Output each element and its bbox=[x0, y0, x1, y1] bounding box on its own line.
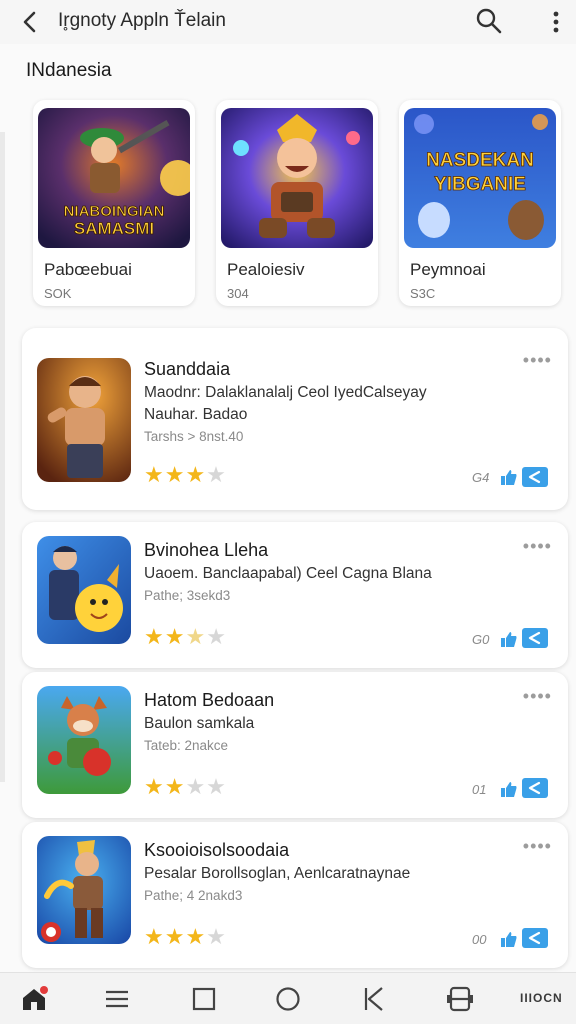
app-list-item[interactable]: Hatom Bedoaan Baulon samkala Tateb: 2nak… bbox=[22, 672, 568, 818]
app-subtitle: Baulon samkala bbox=[144, 715, 255, 732]
app-bar: Ir̥gnoty Appln Ťelain bbox=[0, 0, 576, 44]
like-count: G0 bbox=[472, 632, 490, 647]
back-nav-icon[interactable] bbox=[360, 985, 388, 1013]
app-title: Suanddaia bbox=[144, 359, 231, 379]
back-arrow-icon[interactable] bbox=[16, 8, 44, 36]
artwork-text: NASDEKAN bbox=[426, 150, 534, 171]
share-icon bbox=[528, 470, 541, 484]
app-meta: Tarshs > 8nst.40 bbox=[144, 429, 244, 444]
share-button[interactable] bbox=[522, 467, 548, 487]
like-count: 00 bbox=[472, 932, 487, 947]
app-list-item[interactable]: Ksooioisolsoodaia Pesalar Borollsoglan, … bbox=[22, 822, 568, 968]
section-title: INdanesia bbox=[26, 60, 112, 81]
featured-stat: 304 bbox=[227, 286, 249, 301]
app-subtitle: Uaoem. Banclaapabal) Ceel Cagna Blana bbox=[144, 565, 432, 582]
share-button[interactable] bbox=[522, 778, 548, 798]
artwork-text: YIBGANIE bbox=[434, 174, 526, 195]
app-subtitle: Pesalar Borollsoglan, Aenlcaratnaynae bbox=[144, 865, 411, 882]
more-vertical-icon[interactable] bbox=[544, 8, 568, 36]
share-button[interactable] bbox=[522, 928, 548, 948]
app-icon bbox=[37, 686, 131, 794]
featured-name: Pealoiesiv bbox=[227, 260, 305, 279]
app-meta: Pathe; 3sekd3 bbox=[144, 588, 231, 603]
featured-stat: SOK bbox=[44, 286, 72, 301]
app-title: Bvinohea Lleha bbox=[144, 540, 269, 560]
bottom-nav-bar: IIIOCN bbox=[0, 972, 576, 1024]
featured-name: Peymnoai bbox=[410, 260, 486, 279]
featured-stat: S3C bbox=[410, 286, 436, 301]
share-icon bbox=[528, 931, 541, 945]
scroll-rail bbox=[0, 132, 5, 782]
more-horizontal-icon[interactable]: •••• bbox=[523, 686, 552, 707]
game-artwork-image bbox=[221, 108, 373, 248]
thumbs-up-icon[interactable] bbox=[500, 630, 518, 648]
app-meta: Tateb: 2nakce bbox=[144, 738, 229, 753]
featured-card[interactable]: NIABOINGIAN SAMASMI Pabœebuai SOK bbox=[33, 100, 195, 306]
nav-label: IIIOCN bbox=[520, 991, 563, 1005]
rating-stars: ★★★★ bbox=[144, 624, 227, 649]
app-list-item[interactable]: Suanddaia Maodnr: Dalaklanalalj Ceol Iye… bbox=[22, 328, 568, 510]
like-count: G4 bbox=[472, 470, 490, 485]
app-title: Ksooioisolsoodaia bbox=[144, 840, 290, 860]
thumbs-up-icon[interactable] bbox=[500, 780, 518, 798]
app-list-item[interactable]: Bvinohea Lleha Uaoem. Banclaapabal) Ceel… bbox=[22, 522, 568, 668]
like-count: 01 bbox=[472, 782, 487, 797]
share-icon bbox=[528, 781, 541, 795]
circle-home-icon[interactable] bbox=[274, 985, 302, 1013]
more-horizontal-icon[interactable]: •••• bbox=[523, 350, 552, 371]
more-horizontal-icon[interactable]: •••• bbox=[523, 536, 552, 557]
rating-stars: ★★★★ bbox=[144, 774, 227, 799]
square-recents-icon[interactable] bbox=[190, 985, 218, 1013]
app-icon bbox=[37, 836, 131, 944]
thumbs-up-icon[interactable] bbox=[500, 930, 518, 948]
app-meta: Pathe; 4 2nakd3 bbox=[144, 888, 243, 903]
app-icon bbox=[37, 358, 131, 482]
game-artwork-image: NIABOINGIAN SAMASMI bbox=[38, 108, 190, 248]
device-icon[interactable] bbox=[446, 985, 474, 1013]
app-icon bbox=[37, 536, 131, 644]
content-area: INdanesia NIABOINGIAN SAMASMI Pabœebuai … bbox=[0, 44, 576, 972]
featured-card[interactable]: Pealoiesiv 304 bbox=[216, 100, 378, 306]
page-title: Ir̥gnoty Appln Ťelain bbox=[58, 10, 226, 31]
share-icon bbox=[528, 631, 541, 645]
app-subtitle: Maodnr: Dalaklanalalj Ceol IyedCalseyay bbox=[144, 384, 427, 401]
more-horizontal-icon[interactable]: •••• bbox=[523, 836, 552, 857]
thumbs-up-icon[interactable] bbox=[500, 468, 518, 486]
game-artwork-image: NASDEKAN YIBGANIE bbox=[404, 108, 556, 248]
artwork-text: SAMASMI bbox=[74, 219, 154, 238]
menu-icon[interactable] bbox=[103, 985, 131, 1013]
featured-card[interactable]: NASDEKAN YIBGANIE Peymnoai S3C bbox=[399, 100, 561, 306]
app-title: Hatom Bedoaan bbox=[144, 690, 275, 710]
app-developer: Nauhar. Badao bbox=[144, 406, 248, 423]
featured-name: Pabœebuai bbox=[44, 260, 132, 279]
rating-stars: ★★★★ bbox=[144, 924, 227, 949]
share-button[interactable] bbox=[522, 628, 548, 648]
home-icon[interactable] bbox=[20, 985, 48, 1013]
artwork-text: NIABOINGIAN bbox=[64, 203, 165, 220]
search-icon[interactable] bbox=[474, 6, 504, 36]
rating-stars: ★★★★ bbox=[144, 462, 227, 487]
